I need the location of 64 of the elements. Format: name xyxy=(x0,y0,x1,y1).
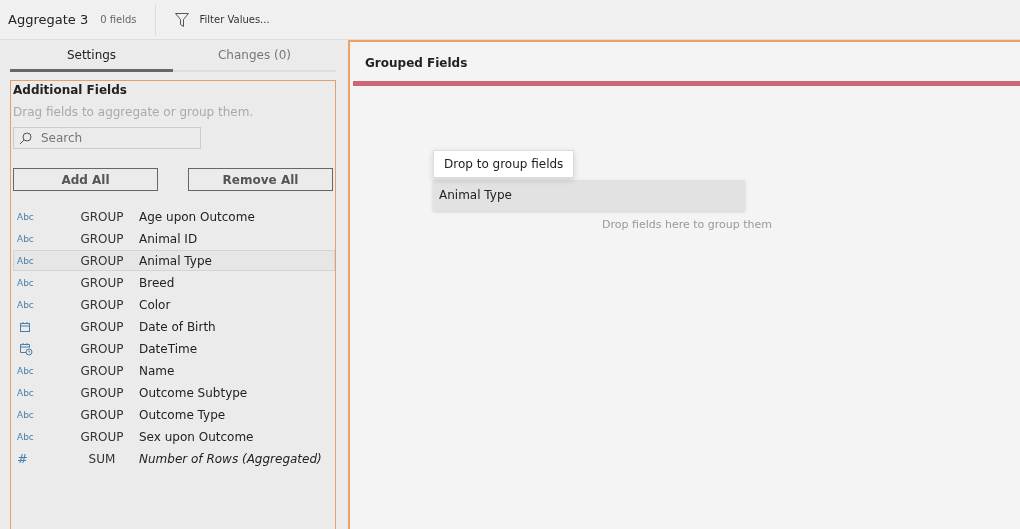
text-type-icon: Abc xyxy=(17,255,34,266)
empty-hint: Drop fields here to group them xyxy=(602,218,772,231)
text-type-icon: Abc xyxy=(17,211,34,222)
dragged-field[interactable]: Animal Type xyxy=(433,180,745,211)
aggregation-label: GROUP xyxy=(80,363,124,378)
field-row[interactable]: Abc GROUP Breed xyxy=(13,272,335,293)
field-name: Date of Birth xyxy=(139,319,217,334)
text-type-icon: Abc xyxy=(17,299,34,310)
field-row[interactable]: # SUM Number of Rows (Aggregated) xyxy=(13,448,335,469)
calendar-icon xyxy=(19,320,31,333)
field-name: Sex upon Outcome xyxy=(139,429,255,444)
aggregation-label: GROUP xyxy=(80,429,124,444)
calendar-clock-icon xyxy=(19,341,33,356)
field-name: Outcome Type xyxy=(139,407,227,422)
section-heading: Additional Fields xyxy=(13,83,128,97)
field-row[interactable]: Abc GROUP Outcome Subtype xyxy=(13,382,335,403)
section-heading: Grouped Fields xyxy=(365,56,469,72)
tab[interactable]: Settings xyxy=(10,40,173,72)
text-type-icon: Abc xyxy=(17,431,34,442)
number-type-icon: # xyxy=(17,451,28,466)
field-row[interactable]: Abc GROUP Name xyxy=(13,360,335,381)
tab[interactable]: Changes (0) xyxy=(173,40,336,72)
drop-tooltip: Drop to group fields xyxy=(433,150,575,178)
aggregation-label: GROUP xyxy=(80,341,124,356)
field-row[interactable]: Abc GROUP Animal Type xyxy=(13,250,335,271)
field-row[interactable]: GROUP Date of Birth xyxy=(13,316,335,337)
field-name: Outcome Subtype xyxy=(139,385,249,400)
aggregation-label: GROUP xyxy=(80,275,124,290)
field-count: 0 fields xyxy=(100,14,137,25)
aggregation-label: GROUP xyxy=(80,231,124,246)
search-field[interactable]: Search xyxy=(13,127,201,149)
action-button[interactable]: Remove All xyxy=(188,168,333,191)
field-row[interactable]: Abc GROUP Color xyxy=(13,294,335,315)
field-name: Breed xyxy=(139,275,176,290)
search-icon xyxy=(19,132,32,145)
aggregation-label: GROUP xyxy=(80,385,124,400)
aggregation-label: GROUP xyxy=(80,297,124,312)
text-type-icon: Abc xyxy=(17,233,34,244)
field-row[interactable]: Abc GROUP Sex upon Outcome xyxy=(13,426,335,447)
text-type-icon: Abc xyxy=(17,409,34,420)
hint-text: Drag fields to aggregate or group them. xyxy=(13,105,255,119)
field-name: Animal ID xyxy=(139,231,199,246)
field-row[interactable]: Abc GROUP Animal ID xyxy=(13,228,335,249)
aggregation-label: SUM xyxy=(88,451,116,466)
field-name: Name xyxy=(139,363,176,378)
field-name: Animal Type xyxy=(139,253,213,268)
field-name: DateTime xyxy=(139,341,199,356)
field-row[interactable]: Abc GROUP Age upon Outcome xyxy=(13,206,335,227)
text-type-icon: Abc xyxy=(17,387,34,398)
aggregation-label: GROUP xyxy=(80,253,124,268)
filter-values-button[interactable]: Filter Values... xyxy=(173,11,270,28)
filter-icon xyxy=(173,11,190,28)
field-row[interactable]: GROUP DateTime xyxy=(13,338,335,359)
field-name: Number of Rows (Aggregated) xyxy=(139,451,323,466)
text-type-icon: Abc xyxy=(17,365,34,376)
field-name: Age upon Outcome xyxy=(139,209,256,224)
field-row[interactable]: Abc GROUP Outcome Type xyxy=(13,404,335,425)
text-type-icon: Abc xyxy=(17,277,34,288)
aggregation-label: GROUP xyxy=(80,319,124,334)
aggregation-label: GROUP xyxy=(80,209,124,224)
step-title: Aggregate 3 xyxy=(8,12,89,27)
action-button[interactable]: Add All xyxy=(13,168,158,191)
aggregation-label: GROUP xyxy=(80,407,124,422)
field-name: Color xyxy=(139,297,172,312)
